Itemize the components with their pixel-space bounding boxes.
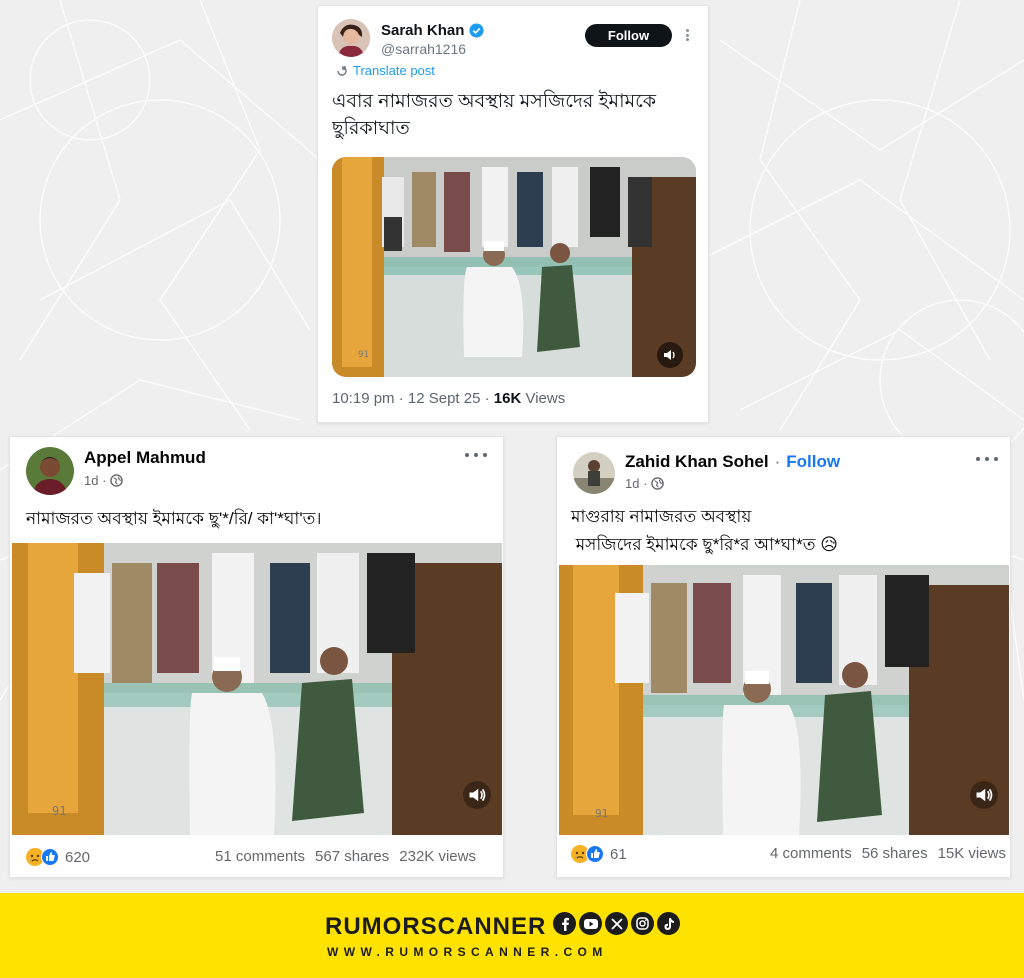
translate-post-label[interactable]: Translate post [353, 63, 435, 78]
post1-shares[interactable]: 567 shares [315, 848, 389, 865]
tweet-views-label: Views [521, 390, 566, 407]
post1-reactions[interactable]: 620 [26, 848, 90, 866]
tweet-timestamp[interactable]: 10:19 pm · 12 Sept 25 · [332, 390, 494, 407]
post1-author-avatar[interactable] [26, 447, 74, 495]
tweet-views-count: 16K [493, 390, 522, 407]
post1-volume-icon[interactable] [467, 785, 487, 805]
tweet-text: এবার নামাজরত অবস্থায় মসজিদের ইমামকে ছুর… [332, 91, 657, 139]
post2-author-name-text[interactable]: Zahid Khan Sohel [625, 452, 769, 472]
tweet-card: Sarah Khan @sarrah1216 Follow Translate … [317, 5, 709, 423]
globe-icon [651, 477, 665, 490]
post2-author-name[interactable]: Zahid Khan Sohel · Follow [625, 452, 840, 472]
volume-icon[interactable] [662, 347, 678, 363]
rumorscanner-footer: RUMORSCANNER WWW.RUMORSCANNER.COM [0, 893, 1024, 978]
post2-name-separator: · [774, 452, 781, 471]
post2-views: 15K views [937, 845, 1006, 862]
post2-shares[interactable]: 56 shares [862, 845, 928, 862]
tweet-author-name-text[interactable]: Sarah Khan [381, 22, 464, 39]
post1-video[interactable]: 91 [12, 543, 502, 835]
post1-stats: 51 comments 567 shares 232K views [215, 848, 476, 865]
facebook-icon[interactable] [553, 912, 576, 935]
post2-follow-link[interactable]: Follow [786, 452, 840, 472]
instagram-icon[interactable] [631, 912, 654, 935]
tiktok-icon[interactable] [657, 912, 680, 935]
tweet-author-handle[interactable]: @sarrah1216 [381, 41, 466, 57]
youtube-icon[interactable] [579, 912, 602, 935]
post1-time-text[interactable]: 1d · [84, 473, 106, 488]
post1-more-options-icon[interactable] [465, 452, 487, 458]
tweet-video[interactable]: 91 [332, 157, 696, 377]
post1-author-name-text[interactable]: Appel Mahmud [84, 448, 206, 468]
tweet-meta: 10:19 pm · 12 Sept 25 · 16K Views [332, 390, 565, 407]
post2-text: মাগুরায় নামাজরত অবস্থায় মসজিদের ইমামকে… [571, 503, 838, 559]
svg-text:91: 91 [358, 350, 369, 360]
post2-time-text[interactable]: 1d · [625, 476, 647, 491]
post1-timestamp[interactable]: 1d · [84, 473, 124, 488]
website-url[interactable]: WWW.RUMORSCANNER.COM [327, 945, 608, 959]
more-options-icon[interactable] [682, 26, 692, 44]
post2-timestamp[interactable]: 1d · [625, 476, 665, 491]
post2-reaction-count[interactable]: 61 [610, 846, 627, 863]
post1-comments[interactable]: 51 comments [215, 848, 305, 865]
like-reaction-icon [41, 848, 59, 866]
tweet-author-avatar[interactable] [332, 19, 370, 57]
facebook-post-zahid: Zahid Khan Sohel · Follow 1d · মাগুরায় … [556, 436, 1011, 878]
svg-text:91: 91 [52, 804, 66, 818]
post1-author-name[interactable]: Appel Mahmud [84, 448, 206, 468]
verified-badge-icon [469, 23, 484, 38]
facebook-post-appel: Appel Mahmud 1d · নামাজরত অবস্থায় ইমামক… [9, 436, 504, 878]
post2-reactions[interactable]: 61 [571, 845, 627, 863]
globe-icon [110, 474, 124, 487]
post1-views: 232K views [399, 848, 476, 865]
brand-logo-text: RUMORSCANNER [325, 913, 547, 940]
social-icons [553, 912, 680, 935]
x-icon[interactable] [605, 912, 628, 935]
post2-stats: 4 comments 56 shares 15K views [770, 845, 1006, 862]
follow-button[interactable]: Follow [585, 24, 672, 47]
translate-icon [337, 65, 347, 76]
post2-video[interactable]: 91 [559, 565, 1009, 835]
tweet-author-name[interactable]: Sarah Khan [381, 22, 484, 39]
post2-author-avatar[interactable] [573, 452, 615, 494]
post1-text: নামাজরত অবস্থায় ইমামকে ছু'*/রি/ কা'*ঘা'… [26, 509, 322, 528]
post2-more-options-icon[interactable] [976, 456, 998, 462]
translate-post-link[interactable]: Translate post [336, 63, 435, 78]
post2-text-line2: মসজিদের ইমামকে ছু*রি*র আ*ঘা*ত 😥 [571, 535, 838, 554]
post2-comments[interactable]: 4 comments [770, 845, 852, 862]
svg-text:91: 91 [595, 807, 608, 820]
like-reaction-icon [586, 845, 604, 863]
post1-reaction-count[interactable]: 620 [65, 849, 90, 866]
post2-volume-icon[interactable] [974, 785, 994, 805]
post2-text-line1: মাগুরায় নামাজরত অবস্থায় [571, 507, 752, 526]
